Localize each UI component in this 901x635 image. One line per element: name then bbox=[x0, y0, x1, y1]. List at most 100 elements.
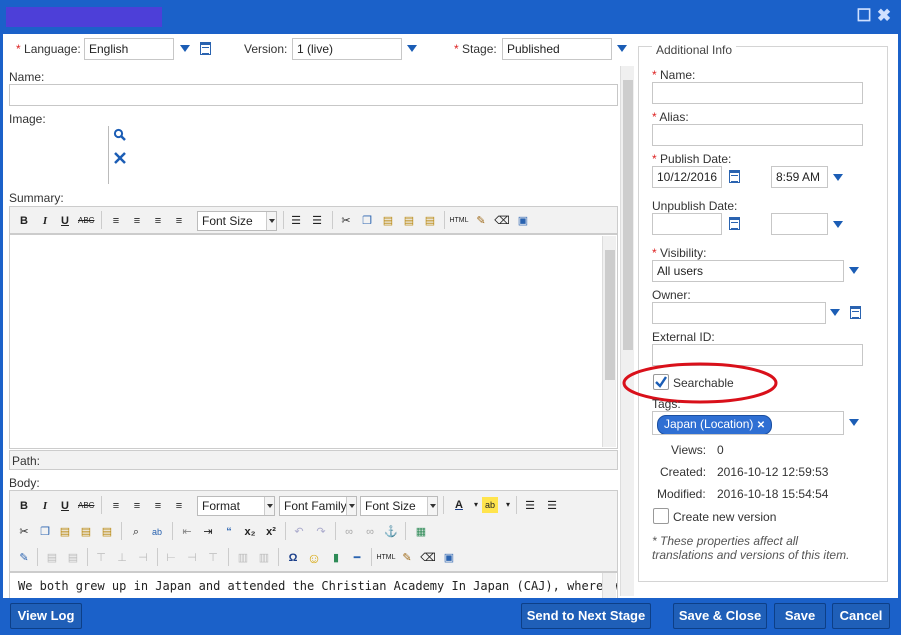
paste-icon[interactable]: ▤ bbox=[380, 213, 396, 229]
language-select[interactable]: English bbox=[84, 38, 174, 60]
paste-word-icon[interactable]: ▤ bbox=[99, 524, 115, 540]
table-props-icon[interactable]: ▤ bbox=[65, 550, 81, 566]
split-cell-icon[interactable]: ▥ bbox=[235, 550, 251, 566]
italic-icon[interactable]: I bbox=[37, 213, 53, 229]
remove-tag-icon[interactable]: ✕ bbox=[757, 420, 765, 431]
eraser-icon[interactable]: ⌫ bbox=[420, 550, 436, 566]
chevron-down-icon[interactable] bbox=[617, 45, 627, 52]
strikethrough-icon[interactable]: ABC bbox=[78, 213, 94, 229]
find-icon[interactable]: ⌕ bbox=[128, 524, 144, 540]
info-name-input[interactable] bbox=[652, 82, 863, 104]
media-icon[interactable]: ▮ bbox=[328, 550, 344, 566]
blockquote-icon[interactable]: “ bbox=[221, 524, 237, 540]
summary-scrollbar[interactable] bbox=[602, 236, 616, 447]
font-family-select[interactable]: Font Family bbox=[279, 496, 357, 516]
cancel-button[interactable]: Cancel bbox=[832, 603, 890, 629]
clean-format-icon[interactable]: ✎ bbox=[399, 550, 415, 566]
chevron-down-icon[interactable] bbox=[180, 45, 190, 52]
bullet-list-icon[interactable]: ☰ bbox=[288, 213, 304, 229]
link-icon[interactable]: ∞ bbox=[341, 524, 357, 540]
replace-icon[interactable]: ab bbox=[149, 524, 165, 540]
paste-word-icon[interactable]: ▤ bbox=[422, 213, 438, 229]
special-char-icon[interactable]: Ω bbox=[285, 550, 301, 566]
indent-icon[interactable]: ⇥ bbox=[200, 524, 216, 540]
paste-icon[interactable]: ▤ bbox=[57, 524, 73, 540]
bold-icon[interactable]: B bbox=[16, 213, 32, 229]
col-icon[interactable]: ⊢ bbox=[163, 550, 179, 566]
paste-text-icon[interactable]: ▤ bbox=[401, 213, 417, 229]
save-close-button[interactable]: Save & Close bbox=[673, 603, 767, 629]
html-icon[interactable]: HTML bbox=[376, 550, 396, 566]
row-after-icon[interactable]: ⊥ bbox=[114, 550, 130, 566]
font-size-select[interactable]: Font Size bbox=[360, 496, 438, 516]
save-button[interactable]: Save bbox=[774, 603, 826, 629]
subscript-icon[interactable]: x₂ bbox=[242, 524, 258, 540]
numbered-list-icon[interactable]: ☰ bbox=[544, 498, 560, 514]
superscript-icon[interactable]: x² bbox=[263, 524, 279, 540]
emoticon-icon[interactable]: ☺ bbox=[306, 550, 322, 566]
copy-icon[interactable]: ❐ bbox=[37, 524, 53, 540]
send-next-stage-button[interactable]: Send to Next Stage bbox=[521, 603, 651, 629]
unpublish-time-select[interactable] bbox=[771, 213, 828, 235]
anchor-icon[interactable]: ⚓ bbox=[383, 524, 399, 540]
translation-picker-icon[interactable] bbox=[200, 42, 211, 55]
paste-text-icon[interactable]: ▤ bbox=[78, 524, 94, 540]
align-center-icon[interactable]: ≡ bbox=[129, 498, 145, 514]
chevron-down-icon[interactable] bbox=[830, 309, 840, 316]
bold-icon[interactable]: B bbox=[16, 498, 32, 514]
italic-icon[interactable]: I bbox=[37, 498, 53, 514]
publish-date-input[interactable]: 10/12/2016 bbox=[652, 166, 722, 188]
justify-icon[interactable]: ≡ bbox=[171, 213, 187, 229]
stage-select[interactable]: Published bbox=[502, 38, 612, 60]
eraser-icon[interactable]: ⌫ bbox=[494, 213, 510, 229]
chevron-down-icon[interactable] bbox=[849, 419, 859, 426]
unpublish-date-input[interactable] bbox=[652, 213, 722, 235]
bullet-list-icon[interactable]: ☰ bbox=[522, 498, 538, 514]
unlink-icon[interactable]: ∞ bbox=[362, 524, 378, 540]
clean-format-icon[interactable]: ✎ bbox=[473, 213, 489, 229]
outdent-icon[interactable]: ⇤ bbox=[179, 524, 195, 540]
numbered-list-icon[interactable]: ☰ bbox=[309, 213, 325, 229]
close-icon[interactable]: ✖ bbox=[876, 7, 892, 24]
align-left-icon[interactable]: ≡ bbox=[108, 498, 124, 514]
strikethrough-icon[interactable]: ABC bbox=[78, 498, 94, 514]
cut-icon[interactable]: ✂ bbox=[16, 524, 32, 540]
hr-icon[interactable]: ━ bbox=[349, 550, 365, 566]
search-icon[interactable] bbox=[113, 128, 127, 142]
edit-icon[interactable]: ✎ bbox=[16, 550, 32, 566]
owner-select[interactable] bbox=[652, 302, 826, 324]
format-select[interactable]: Format bbox=[197, 496, 275, 516]
chevron-down-icon[interactable] bbox=[407, 45, 417, 52]
body-editor[interactable]: We both grew up in Japan and attended th… bbox=[9, 572, 618, 598]
col-after-icon[interactable]: ⊣ bbox=[184, 550, 200, 566]
create-version-checkbox[interactable] bbox=[653, 508, 669, 524]
maximize-icon[interactable]: ☐ bbox=[856, 7, 872, 24]
tags-input[interactable]: Japan (Location) ✕ bbox=[652, 411, 844, 435]
highlight-color-icon[interactable]: ab bbox=[482, 497, 498, 513]
cut-icon[interactable]: ✂ bbox=[338, 213, 354, 229]
version-select[interactable]: 1 (live) bbox=[292, 38, 402, 60]
body-scrollbar[interactable] bbox=[602, 573, 616, 598]
name-input[interactable] bbox=[9, 84, 618, 106]
alias-input[interactable] bbox=[652, 124, 863, 146]
delete-row-icon[interactable]: ⊣ bbox=[135, 550, 151, 566]
remove-image-icon[interactable] bbox=[113, 151, 127, 165]
table-icon[interactable]: ▤ bbox=[44, 550, 60, 566]
summary-editor[interactable] bbox=[9, 234, 618, 449]
calendar-icon[interactable] bbox=[729, 170, 740, 183]
text-color-icon[interactable]: A bbox=[451, 497, 467, 513]
form-scrollbar[interactable] bbox=[620, 66, 634, 596]
preview-icon[interactable]: ▣ bbox=[441, 550, 457, 566]
image-icon[interactable]: ▦ bbox=[413, 524, 429, 540]
underline-icon[interactable]: U bbox=[57, 498, 73, 514]
row-icon[interactable]: ⊤ bbox=[93, 550, 109, 566]
delete-col-icon[interactable]: ⊤ bbox=[205, 550, 221, 566]
justify-icon[interactable]: ≡ bbox=[171, 498, 187, 514]
chevron-down-icon[interactable]: ▾ bbox=[500, 497, 516, 513]
align-right-icon[interactable]: ≡ bbox=[150, 213, 166, 229]
chevron-down-icon[interactable] bbox=[849, 267, 859, 274]
copy-icon[interactable]: ❐ bbox=[359, 213, 375, 229]
underline-icon[interactable]: U bbox=[57, 213, 73, 229]
calendar-icon[interactable] bbox=[729, 217, 740, 230]
tag-chip[interactable]: Japan (Location) ✕ bbox=[657, 415, 773, 434]
